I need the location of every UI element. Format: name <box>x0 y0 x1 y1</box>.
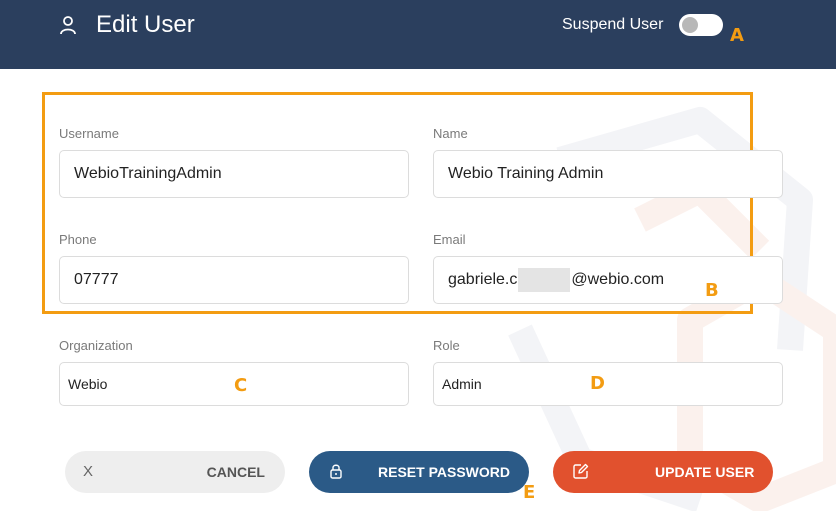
organization-value: Webio <box>68 376 108 392</box>
annotation-marker-a: A <box>730 25 744 46</box>
user-icon <box>60 16 76 35</box>
edit-icon <box>573 463 589 479</box>
email-input[interactable]: gabriele.c @webio.com <box>433 256 783 304</box>
role-value: Admin <box>442 376 482 392</box>
phone-label: Phone <box>59 232 97 247</box>
page-title: Edit User <box>96 11 195 38</box>
username-label: Username <box>59 126 119 141</box>
role-label: Role <box>433 338 460 353</box>
lock-icon <box>330 464 342 479</box>
organization-label: Organization <box>59 338 133 353</box>
redacted-block <box>518 268 571 292</box>
phone-value: 07777 <box>74 271 119 288</box>
suspend-user-label: Suspend User <box>562 16 664 33</box>
close-icon: X <box>83 463 94 480</box>
annotation-marker-e: E <box>523 482 536 503</box>
email-label: Email <box>433 232 466 247</box>
suspend-user-toggle[interactable] <box>679 14 723 36</box>
update-user-button[interactable]: UPDATE USER <box>553 451 773 493</box>
update-user-button-label: UPDATE USER <box>655 464 755 480</box>
cancel-button-label: CANCEL <box>206 464 265 480</box>
name-value: Webio Training Admin <box>448 165 604 182</box>
toggle-knob <box>682 17 698 33</box>
page-header: Edit User Suspend User <box>0 0 836 69</box>
reset-password-button-label: RESET PASSWORD <box>378 464 510 480</box>
annotation-marker-b: B <box>705 280 719 301</box>
cancel-button[interactable]: X CANCEL <box>65 451 285 493</box>
role-select[interactable]: Admin <box>433 362 783 406</box>
phone-input[interactable]: 07777 <box>59 256 409 304</box>
email-value-prefix: gabriele.c <box>448 271 518 288</box>
email-value-suffix: @webio.com <box>571 271 665 288</box>
username-input[interactable]: WebioTrainingAdmin <box>59 150 409 198</box>
annotation-marker-c: C <box>234 375 248 396</box>
username-value: WebioTrainingAdmin <box>74 165 222 182</box>
name-label: Name <box>433 126 468 141</box>
name-input[interactable]: Webio Training Admin <box>433 150 783 198</box>
reset-password-button[interactable]: RESET PASSWORD <box>309 451 529 493</box>
annotation-marker-d: D <box>590 373 605 394</box>
